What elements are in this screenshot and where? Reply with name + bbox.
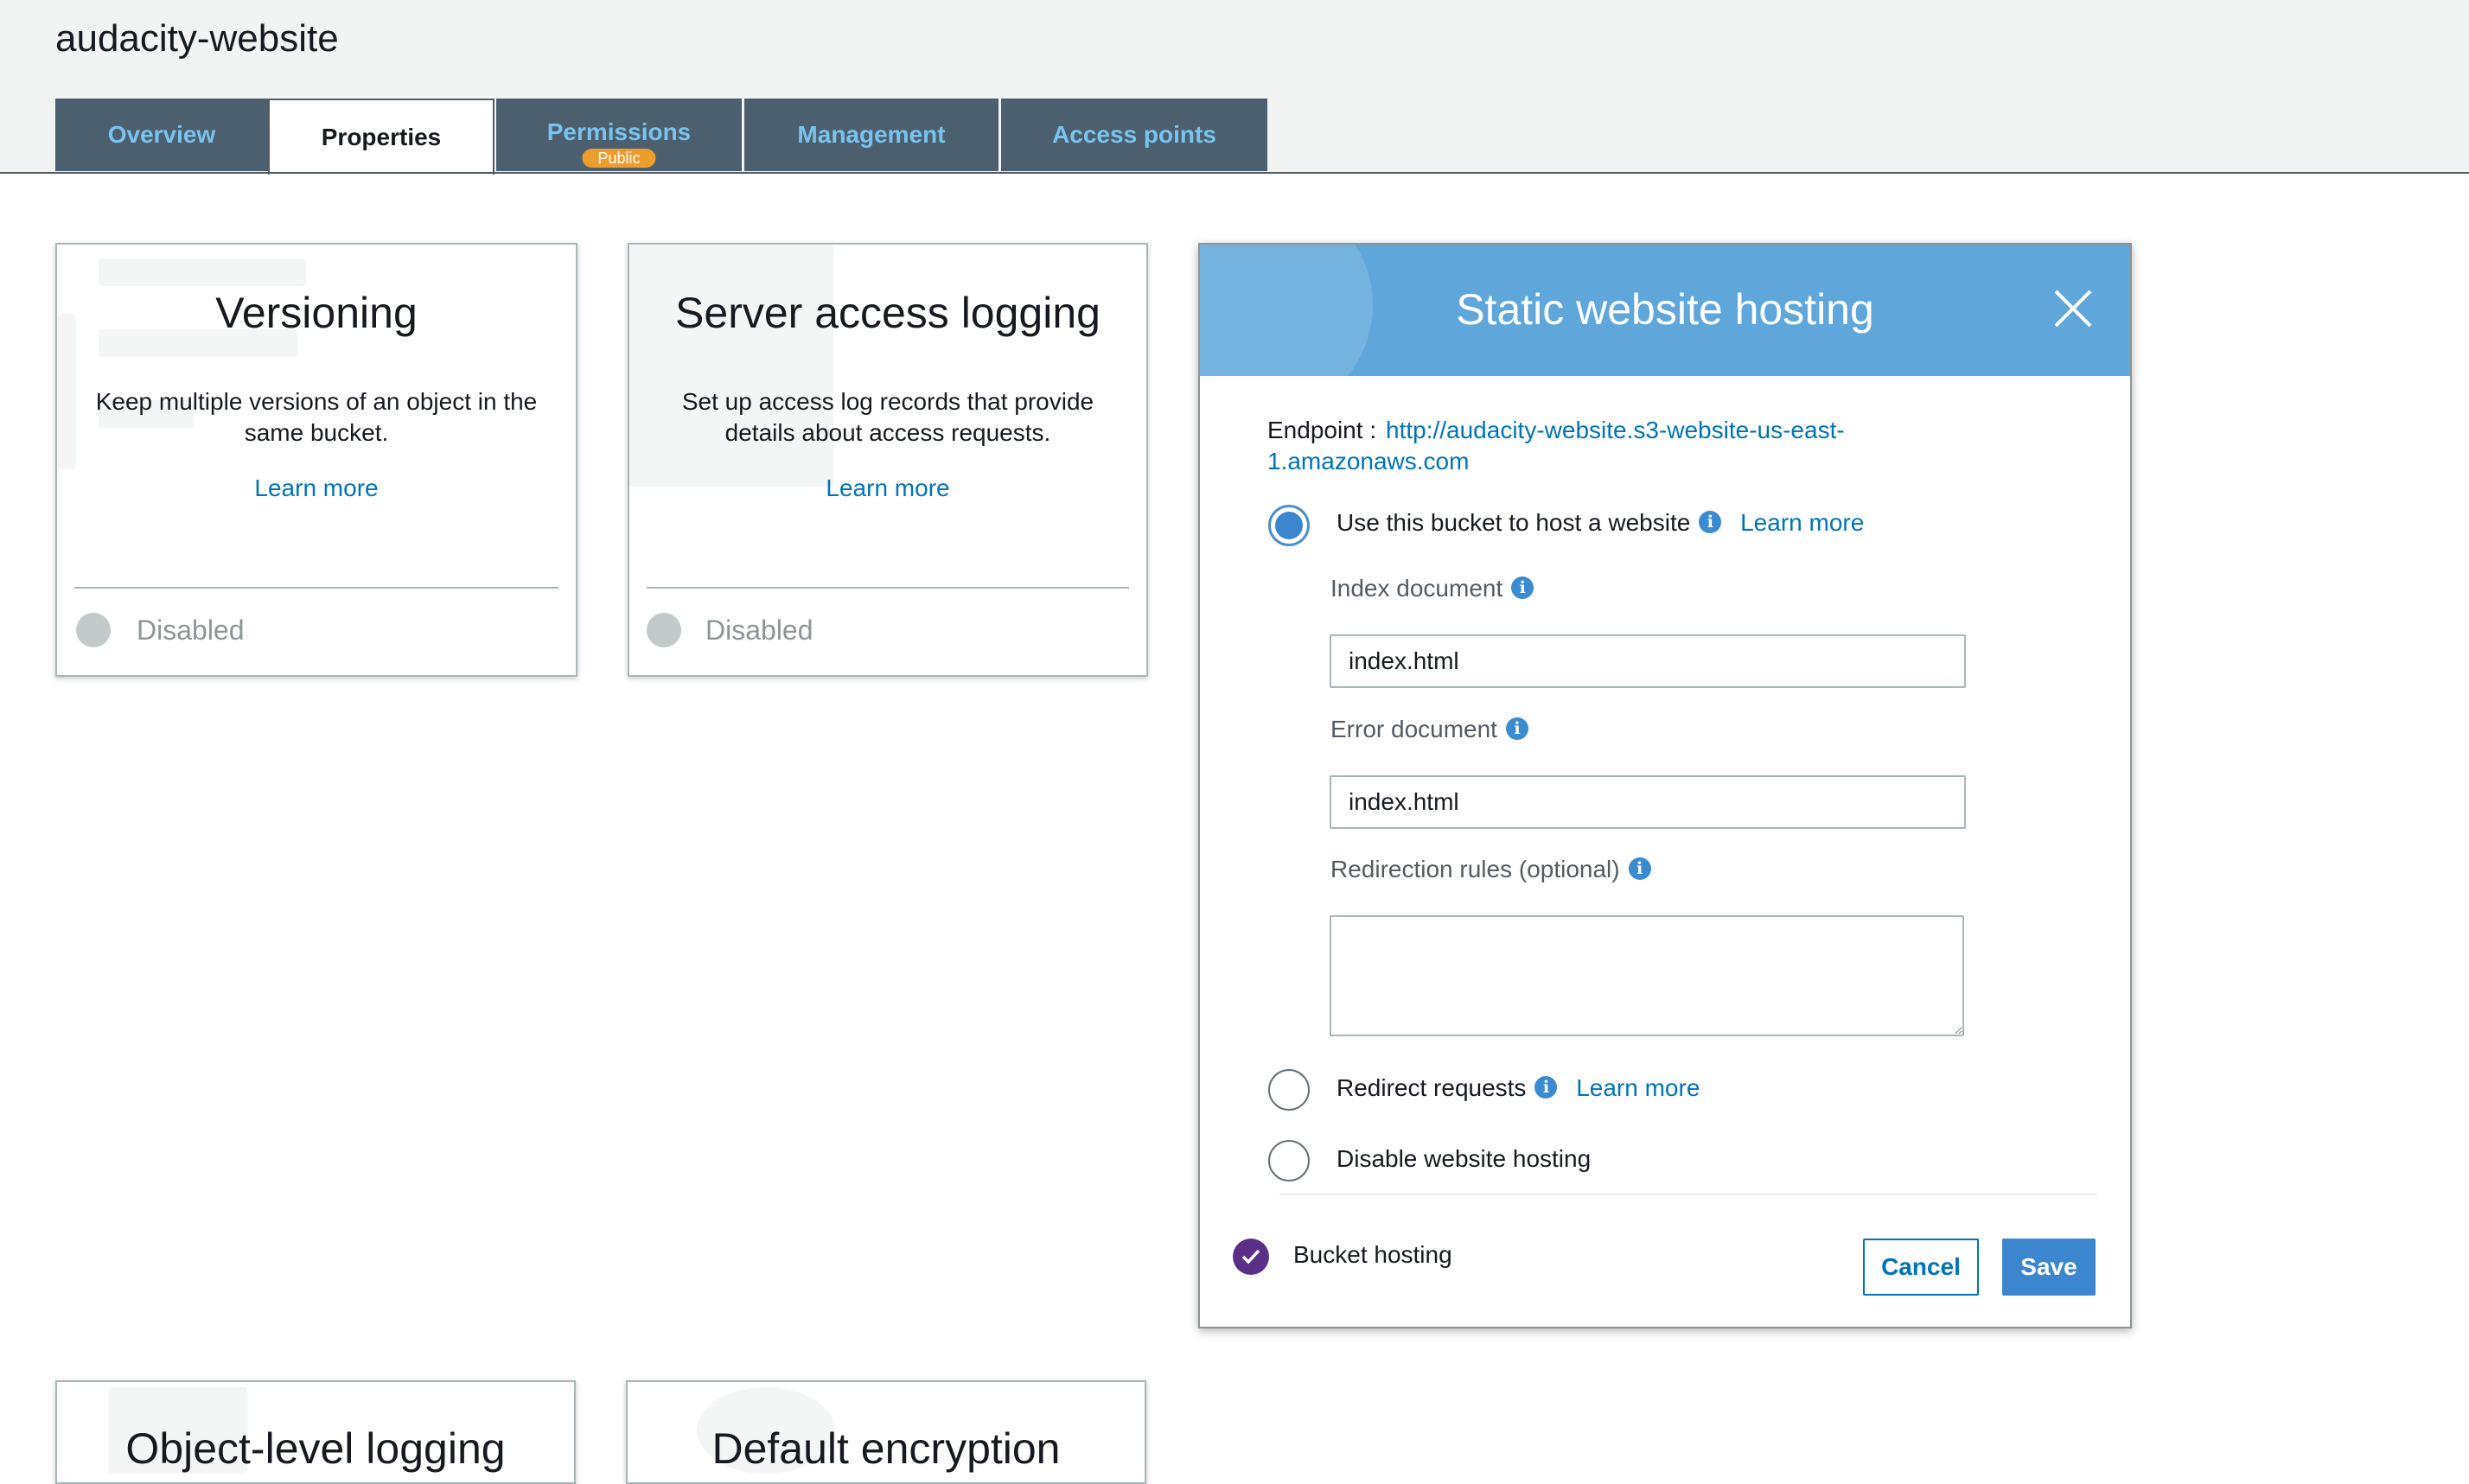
error-document-field-label: Error document i: [1330, 716, 1528, 743]
endpoint-url-line2[interactable]: 1.amazonaws.com: [1267, 448, 1469, 475]
redirection-rules-field-label: Redirection rules (optional) i: [1330, 856, 1651, 883]
redirection-rules-textarea[interactable]: [1330, 915, 1964, 1036]
card-title: Default encryption: [711, 1424, 1061, 1473]
disable-hosting-label: Disable website hosting: [1337, 1145, 1592, 1172]
bucket-hosting-status-icon: [1233, 1239, 1269, 1275]
redirection-rules-label: Redirection rules (optional): [1330, 856, 1620, 882]
tab-management[interactable]: Management: [744, 99, 998, 171]
index-document-input[interactable]: [1330, 634, 1966, 688]
server-access-logging-card[interactable]: Server access logging Set up access log …: [628, 243, 1148, 677]
status-indicator: [76, 613, 111, 647]
tab-label: Overview: [107, 121, 216, 148]
endpoint-url-line1[interactable]: http://audacity-website.s3-website-us-ea…: [1386, 417, 1845, 444]
tab-label: Management: [797, 121, 946, 148]
panel-footer-divider: [1279, 1194, 2097, 1195]
info-icon[interactable]: i: [1511, 576, 1534, 599]
close-icon[interactable]: [2051, 286, 2096, 331]
card-description: Set up access log records that provide d…: [681, 388, 1094, 446]
host-website-learn-more[interactable]: Learn more: [1740, 509, 1864, 536]
status-text: Disabled: [705, 615, 813, 646]
redirect-requests-radio[interactable]: [1268, 1069, 1310, 1111]
redirect-requests-label: Redirect requests: [1337, 1074, 1527, 1101]
bucket-hosting-status: Bucket hosting: [1293, 1241, 1452, 1268]
object-level-logging-card[interactable]: Object-level logging: [55, 1380, 576, 1484]
info-icon[interactable]: i: [1628, 857, 1651, 880]
default-encryption-card[interactable]: Default encryption: [626, 1380, 1146, 1484]
error-document-input[interactable]: [1330, 775, 1966, 829]
info-icon[interactable]: i: [1699, 510, 1722, 533]
tab-access-points[interactable]: Access points: [1001, 99, 1267, 171]
error-document-label: Error document: [1330, 716, 1497, 742]
status-text: Disabled: [137, 615, 245, 646]
card-decoration: [99, 258, 306, 286]
status-indicator: [647, 613, 681, 647]
tab-label: Permissions: [546, 118, 692, 145]
info-icon[interactable]: i: [1505, 717, 1528, 740]
redirect-requests-learn-more[interactable]: Learn more: [1576, 1074, 1700, 1101]
versioning-card[interactable]: Versioning Keep multiple versions of an …: [55, 243, 577, 677]
disable-hosting-radio[interactable]: [1268, 1140, 1310, 1181]
card-title: Server access logging: [675, 289, 1101, 337]
radio-selected-dot: [1275, 512, 1303, 539]
redirect-requests-option: Redirect requests i Learn more: [1337, 1074, 1700, 1102]
card-divider: [647, 587, 1129, 589]
host-website-option: Use this bucket to host a website i Learn…: [1337, 509, 1864, 537]
tab-properties[interactable]: Properties: [268, 99, 494, 175]
host-website-label: Use this bucket to host a website: [1337, 509, 1691, 536]
check-icon: [1241, 1249, 1260, 1264]
index-document-label: Index document: [1330, 575, 1503, 602]
cancel-button[interactable]: Cancel: [1863, 1239, 1979, 1296]
info-icon[interactable]: i: [1534, 1075, 1558, 1099]
card-description: Keep multiple versions of an object in t…: [95, 388, 538, 446]
bucket-name: audacity-website: [55, 17, 339, 60]
public-badge: Public: [582, 149, 656, 168]
save-button[interactable]: Save: [2002, 1239, 2096, 1296]
panel-title: Static website hosting: [1456, 285, 1874, 334]
endpoint-label: Endpoint :: [1267, 417, 1377, 443]
tabs-divider: [0, 172, 2469, 174]
panel-header: Static website hosting: [1200, 245, 2130, 376]
tab-label: Access points: [1052, 121, 1216, 148]
tab-overview[interactable]: Overview: [55, 99, 268, 171]
card-title: Versioning: [215, 289, 418, 337]
card-divider: [74, 587, 558, 589]
tab-label: Properties: [321, 124, 442, 150]
learn-more-link[interactable]: Learn more: [57, 474, 576, 502]
tab-permissions[interactable]: Permissions Public: [496, 99, 742, 171]
card-title: Object-level logging: [125, 1424, 506, 1473]
index-document-field-label: Index document i: [1330, 575, 1534, 602]
host-website-radio[interactable]: [1268, 505, 1310, 546]
learn-more-link[interactable]: Learn more: [629, 474, 1146, 502]
card-decoration: [629, 245, 833, 487]
